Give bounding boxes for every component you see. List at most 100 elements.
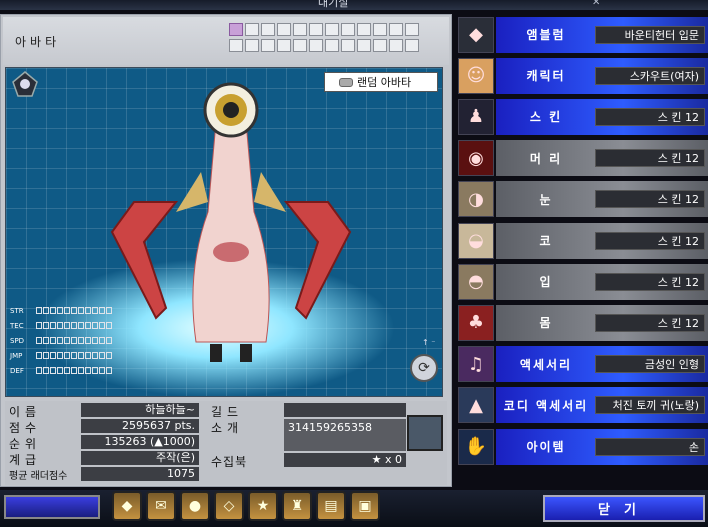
skin-icon[interactable]: ♟ bbox=[458, 98, 494, 135]
body-icon[interactable]: ♣ bbox=[458, 304, 494, 341]
equipment-panel[interactable]: 스 킨 스 킨 12 bbox=[496, 98, 708, 135]
equipment-panel[interactable]: 캐릭터 스카우트(여자) bbox=[496, 57, 708, 94]
avatar-slot[interactable] bbox=[357, 23, 371, 36]
equipment-panel[interactable]: 코 스 킨 12 bbox=[496, 222, 708, 259]
toolbar-button[interactable]: ▤ bbox=[316, 491, 346, 521]
equipment-row[interactable]: ▲ 코디 액세서리 처진 토끼 귀(노랑) bbox=[457, 387, 708, 424]
avatar-slot[interactable] bbox=[325, 39, 339, 52]
stat-label: JMP bbox=[10, 351, 23, 360]
message-bar[interactable] bbox=[4, 495, 100, 519]
avatar-slot[interactable] bbox=[405, 39, 419, 52]
avatar-slot[interactable] bbox=[245, 23, 259, 36]
stat-pip bbox=[78, 367, 84, 374]
equipment-category: 캐릭터 bbox=[526, 69, 566, 84]
stat-pip bbox=[99, 307, 105, 314]
stat-pip bbox=[71, 307, 77, 314]
equipment-row[interactable]: ♟ 스 킨 스 킨 12 bbox=[457, 98, 708, 135]
equipment-panel[interactable]: 몸 스 킨 12 bbox=[496, 304, 708, 341]
emblem-icon[interactable]: ◆ bbox=[458, 16, 494, 53]
avatar-slot[interactable] bbox=[325, 23, 339, 36]
equipment-row[interactable]: ◆ 앰블럼 바운티헌터 입문 bbox=[457, 16, 708, 53]
equipment-category: 눈 bbox=[539, 192, 553, 207]
title-bar: 대기실 ✕ bbox=[0, 0, 708, 10]
avatar-slot[interactable] bbox=[277, 39, 291, 52]
equipment-row[interactable]: ✋ 아이템 손 bbox=[457, 428, 708, 465]
coordi-accessory-icon[interactable]: ▲ bbox=[458, 387, 494, 424]
toggle-icon bbox=[339, 77, 353, 87]
equipment-panel[interactable]: 코디 액세서리 처진 토끼 귀(노랑) bbox=[496, 387, 708, 424]
eye-icon[interactable]: ◑ bbox=[458, 181, 494, 218]
avatar-slot[interactable] bbox=[261, 39, 275, 52]
avatar-slot[interactable] bbox=[373, 39, 387, 52]
stat-pip bbox=[99, 367, 105, 374]
equipment-value: 스 킨 12 bbox=[595, 149, 705, 168]
avatar-slot[interactable] bbox=[341, 23, 355, 36]
stat-pip bbox=[50, 307, 56, 314]
item-hand-icon[interactable]: ✋ bbox=[458, 428, 494, 465]
avatar-slot[interactable] bbox=[373, 23, 387, 36]
stat-pip bbox=[106, 352, 112, 359]
toolbar-button[interactable]: ▣ bbox=[350, 491, 380, 521]
equipment-row[interactable]: ◓ 입 스 킨 12 bbox=[457, 263, 708, 300]
avatar-slot[interactable] bbox=[357, 39, 371, 52]
equipment-row[interactable]: ♫ 액세서리 금성인 인형 bbox=[457, 346, 708, 383]
stat-pip bbox=[71, 322, 77, 329]
equipment-row[interactable]: ◉ 머 리 스 킨 12 bbox=[457, 140, 708, 177]
avatar-slot[interactable] bbox=[309, 39, 323, 52]
close-button[interactable]: 닫기 bbox=[543, 495, 705, 522]
toolbar-button[interactable]: ◆ bbox=[112, 491, 142, 521]
equipment-value: 손 bbox=[595, 437, 705, 456]
toolbar-button[interactable]: ● bbox=[180, 491, 210, 521]
equipment-row[interactable]: ♣ 몸 스 킨 12 bbox=[457, 304, 708, 341]
avatar-slot[interactable] bbox=[261, 23, 275, 36]
character-icon[interactable]: ☺ bbox=[458, 57, 494, 94]
random-avatar-toggle[interactable]: 랜덤 아바타 bbox=[324, 72, 438, 92]
avatar-slot[interactable] bbox=[389, 23, 403, 36]
equipment-panel[interactable]: 눈 스 킨 12 bbox=[496, 181, 708, 218]
close-icon[interactable]: ✕ bbox=[592, 0, 600, 8]
nose-icon[interactable]: ◒ bbox=[458, 222, 494, 259]
toolbar-button[interactable]: ✉ bbox=[146, 491, 176, 521]
equipment-row[interactable]: ☺ 캐릭터 스카우트(여자) bbox=[457, 57, 708, 94]
avatar-slot[interactable] bbox=[293, 39, 307, 52]
stat-pip bbox=[57, 367, 63, 374]
equipment-panel[interactable]: 아이템 손 bbox=[496, 428, 708, 465]
avatar-slot[interactable] bbox=[277, 23, 291, 36]
avatar-slot[interactable] bbox=[229, 39, 243, 52]
avatar-slot[interactable] bbox=[341, 39, 355, 52]
stat-pip bbox=[50, 322, 56, 329]
equipment-category: 코디 액세서리 bbox=[503, 398, 589, 413]
toolbar-button[interactable]: ◇ bbox=[214, 491, 244, 521]
stat-pip bbox=[36, 367, 42, 374]
grade-label: 계급 bbox=[9, 453, 42, 467]
equipment-category: 액세서리 bbox=[519, 357, 573, 372]
stat-pip bbox=[36, 337, 42, 344]
hair-icon[interactable]: ◉ bbox=[458, 140, 494, 177]
toolbar-button[interactable]: ♜ bbox=[282, 491, 312, 521]
equipment-row[interactable]: ◒ 코 스 킨 12 bbox=[457, 222, 708, 259]
stat-pip bbox=[64, 352, 70, 359]
toolbar-button[interactable]: ★ bbox=[248, 491, 278, 521]
stat-pip bbox=[85, 352, 91, 359]
equipment-value: 스 킨 12 bbox=[595, 272, 705, 291]
avatar-slot[interactable] bbox=[405, 23, 419, 36]
avatar-slot[interactable] bbox=[229, 23, 243, 36]
stat-pip bbox=[85, 337, 91, 344]
avatar-slot[interactable] bbox=[309, 23, 323, 36]
rotate-icon[interactable]: ⟳ bbox=[410, 354, 438, 382]
avatar-slot[interactable] bbox=[293, 23, 307, 36]
equipment-panel[interactable]: 앰블럼 바운티헌터 입문 bbox=[496, 16, 708, 53]
stat-pip bbox=[71, 337, 77, 344]
mouth-icon[interactable]: ◓ bbox=[458, 263, 494, 300]
score-value: 2595637 pts. bbox=[81, 419, 199, 433]
avatar-slot[interactable] bbox=[245, 39, 259, 52]
equipment-panel[interactable]: 입 스 킨 12 bbox=[496, 263, 708, 300]
equipment-row[interactable]: ◑ 눈 스 킨 12 bbox=[457, 181, 708, 218]
avatar-slot[interactable] bbox=[389, 39, 403, 52]
stat-pip bbox=[92, 367, 98, 374]
equipment-panel[interactable]: 액세서리 금성인 인형 bbox=[496, 346, 708, 383]
stat-pip bbox=[85, 307, 91, 314]
stat-label: STR bbox=[10, 306, 24, 315]
accessory-icon[interactable]: ♫ bbox=[458, 346, 494, 383]
equipment-panel[interactable]: 머 리 스 킨 12 bbox=[496, 140, 708, 177]
